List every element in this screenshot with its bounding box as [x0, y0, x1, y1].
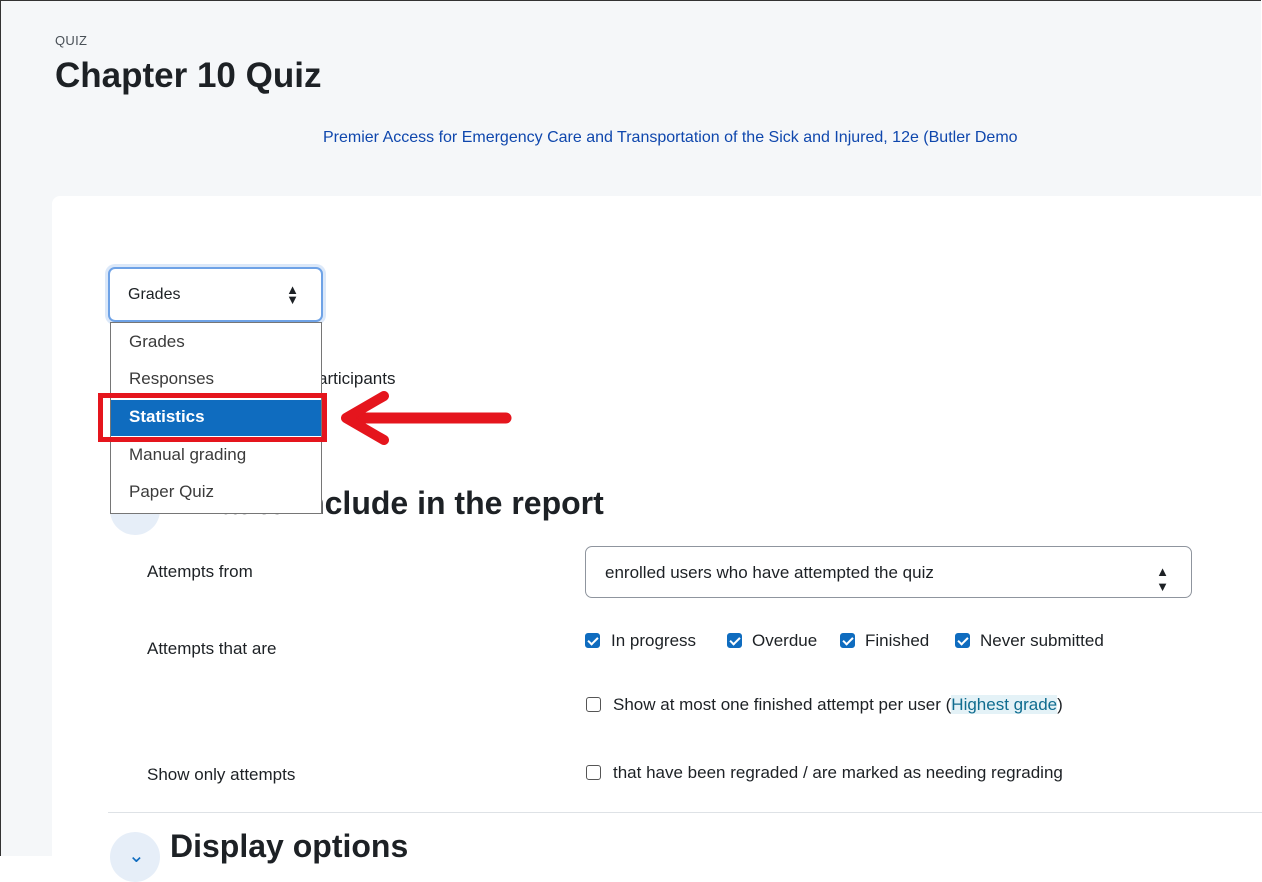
checkbox-in-progress[interactable]: [585, 633, 600, 648]
highest-grade-link[interactable]: Highest grade: [951, 695, 1058, 714]
dropdown-option-manual-grading[interactable]: Manual grading: [111, 438, 321, 474]
select-arrows-icon: ▲ ▼: [1156, 564, 1169, 594]
dropdown-option-grades[interactable]: Grades: [111, 325, 321, 361]
show-only-label: Show only attempts: [147, 765, 296, 784]
checkbox-never-submitted[interactable]: [955, 633, 970, 648]
section-heading-display: Display options: [170, 828, 409, 864]
one-attempt-label: Show at most one finished attempt per us…: [613, 695, 1063, 715]
checkbox-regraded[interactable]: [586, 765, 601, 780]
checkbox-label-in-progress: In progress: [611, 631, 697, 650]
annotation-arrow-icon: [341, 391, 512, 445]
page-title: Chapter 10 Quiz: [55, 56, 322, 95]
section-divider: [108, 812, 1262, 813]
one-attempt-label-suffix: ): [1057, 695, 1063, 714]
checkbox-label-finished: Finished: [865, 631, 930, 650]
attempts-that-are-label: Attempts that are: [147, 639, 277, 658]
report-type-select[interactable]: Grades ▲ ▼: [108, 267, 323, 322]
checkbox-overdue[interactable]: [727, 633, 742, 648]
participants-text: articipants: [318, 369, 396, 388]
activity-type-label: QUIZ: [55, 33, 88, 48]
report-type-value: Grades: [128, 286, 181, 303]
checkbox-finished[interactable]: [840, 633, 855, 648]
select-arrows-icon: ▲ ▼: [286, 282, 299, 307]
dropdown-option-paper-quiz[interactable]: Paper Quiz: [111, 475, 321, 511]
annotation-highlight-box: [98, 393, 327, 442]
attempts-from-label: Attempts from: [147, 562, 253, 581]
checkbox-label-overdue: Overdue: [752, 631, 818, 650]
attempts-from-value: enrolled users who have attempted the qu…: [605, 563, 934, 582]
course-link[interactable]: Premier Access for Emergency Care and Tr…: [323, 129, 1018, 147]
checkbox-one-attempt-per-user[interactable]: [586, 697, 601, 712]
checkbox-label-regraded: that have been regraded / are marked as …: [613, 763, 1063, 782]
checkbox-label-never-submitted: Never submitted: [980, 631, 1104, 650]
one-attempt-label-text: Show at most one finished attempt per us…: [613, 695, 952, 714]
attempts-from-select[interactable]: enrolled users who have attempted the qu…: [585, 546, 1192, 598]
